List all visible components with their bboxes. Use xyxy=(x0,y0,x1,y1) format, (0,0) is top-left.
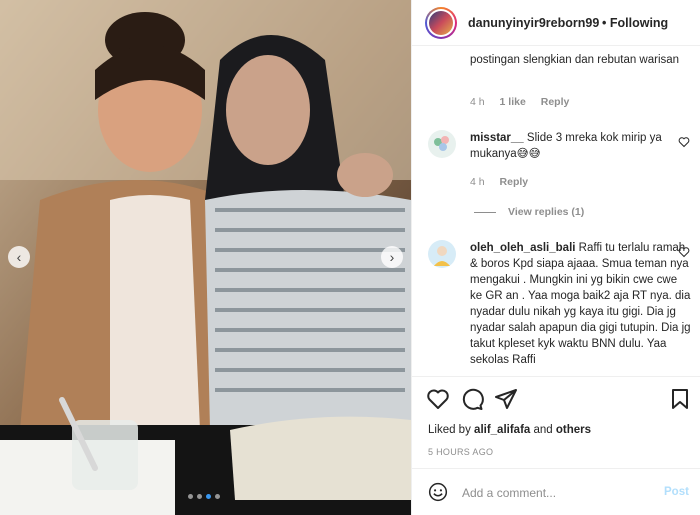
comment-body: misstar__ Slide 3 mreka kok mirip ya muk… xyxy=(470,130,692,162)
and-label: and xyxy=(533,424,553,436)
avatar xyxy=(429,11,453,35)
post-timestamp[interactable]: 5 HOURS AGO xyxy=(428,447,493,457)
carousel-next-button[interactable]: › xyxy=(381,246,403,268)
bookmark-icon[interactable] xyxy=(668,387,692,411)
comment-input[interactable] xyxy=(460,480,654,506)
likes-summary: Liked by alif_alifafa and others xyxy=(428,424,591,436)
following-label: Following xyxy=(609,16,669,30)
carousel-dot xyxy=(188,494,193,499)
photo-illustration xyxy=(0,0,411,515)
comment-username[interactable]: oleh_oleh_asli_bali xyxy=(470,242,575,254)
post-side-panel: danunyinyir9reborn99 • Following posting… xyxy=(411,0,700,515)
post-actions-bar: Liked by alif_alifafa and others 5 HOURS… xyxy=(412,376,700,468)
comment-meta: 4 h 1 like Reply xyxy=(470,96,581,108)
heart-icon[interactable] xyxy=(426,387,450,411)
view-replies-button[interactable]: View replies (1) xyxy=(474,206,584,218)
comment-text: postingan slengkian dan rebutan warisan xyxy=(470,54,680,66)
instagram-post-view: ‹ › danunyinyir9reborn99 • Following pos… xyxy=(0,0,700,515)
comments-list: postingan slengkian dan rebutan warisan … xyxy=(412,46,700,376)
avatar[interactable] xyxy=(428,130,456,158)
comment-time: 4 h xyxy=(470,176,485,188)
carousel-indicator xyxy=(188,494,220,499)
divider-line xyxy=(474,211,496,213)
reply-button[interactable]: Reply xyxy=(500,176,529,188)
person-avatar-icon xyxy=(434,246,450,266)
flower-avatar-icon xyxy=(434,136,449,151)
liked-by-user-link[interactable]: alif_alifafa xyxy=(474,424,530,436)
comment-text: Raffi tu terlalu ramah & boros Kpd siapa… xyxy=(470,242,691,366)
carousel-dot-active xyxy=(206,494,211,499)
like-comment-heart-icon[interactable] xyxy=(678,136,690,148)
chevron-right-icon: › xyxy=(389,249,395,265)
comment-body: oleh_oleh_asli_bali Raffi tu terlalu ram… xyxy=(470,240,692,368)
carousel-prev-button[interactable]: ‹ xyxy=(8,246,30,268)
post-photo: ‹ › xyxy=(0,0,411,515)
comment-username[interactable]: misstar__ xyxy=(470,132,524,144)
share-icon[interactable] xyxy=(494,387,518,411)
story-ring-avatar[interactable] xyxy=(425,7,457,39)
comment-likes-link[interactable]: 1 like xyxy=(500,96,526,108)
liked-by-label: Liked by xyxy=(428,424,471,436)
post-comment-button[interactable]: Post xyxy=(664,486,689,498)
chevron-left-icon: ‹ xyxy=(16,249,22,265)
liked-by-others-link[interactable]: others xyxy=(556,424,591,436)
add-comment-bar: Post xyxy=(412,468,700,515)
post-author-username[interactable]: danunyinyir9reborn99 xyxy=(468,16,599,30)
comment-meta: 4 h Reply xyxy=(470,176,540,188)
comment-time: 4 h xyxy=(470,96,485,108)
carousel-dot xyxy=(197,494,202,499)
post-header: danunyinyir9reborn99 • Following xyxy=(412,0,700,46)
reply-button[interactable]: Reply xyxy=(541,96,570,108)
view-replies-label: View replies (1) xyxy=(508,206,585,218)
separator-dot: • xyxy=(602,16,607,30)
following-status[interactable]: • Following xyxy=(602,16,668,30)
emoji-icon[interactable] xyxy=(428,482,448,502)
avatar[interactable] xyxy=(428,240,456,268)
like-comment-heart-icon[interactable] xyxy=(678,246,690,258)
comment-icon[interactable] xyxy=(460,387,484,411)
carousel-dot xyxy=(215,494,220,499)
